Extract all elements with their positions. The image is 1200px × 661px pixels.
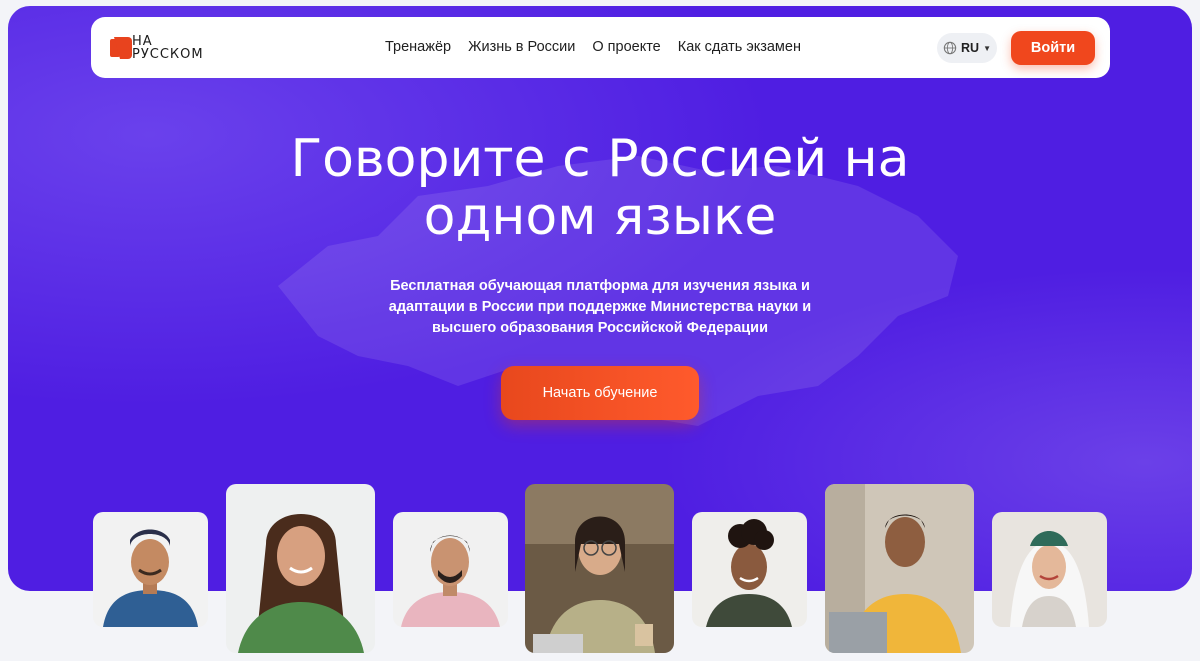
logo-mark-icon [110, 37, 132, 59]
hero-headline-line2: одном языке [423, 187, 777, 247]
hero-subtitle-line2: адаптации в России при поддержке Министе… [388, 299, 812, 315]
hero-headline-line1: Говорите с Россией на [290, 129, 910, 189]
photo-man-skullcap [93, 512, 208, 627]
globe-icon [943, 41, 957, 55]
nav-link-exam[interactable]: Как сдать экзамен [678, 39, 801, 55]
language-code: RU [961, 41, 980, 55]
start-learning-button[interactable]: Начать обучение [501, 366, 699, 420]
person-photo-icon [825, 484, 974, 653]
photo-woman-laptop-cafe [525, 484, 674, 653]
chevron-down-icon: ▼ [983, 43, 991, 53]
person-photo-icon [525, 484, 674, 653]
photo-woman-curly-hair [692, 512, 807, 627]
person-photo-icon [393, 512, 508, 627]
person-photo-icon [93, 512, 208, 627]
login-button[interactable]: Войти [1011, 31, 1095, 65]
photo-woman-green-sweater [226, 484, 375, 653]
logo-text-bottom: РУССКОМ [132, 47, 204, 62]
person-photo-icon [692, 512, 807, 627]
hero-headline: Говорите с Россией на одном языке [0, 130, 1200, 246]
language-selector[interactable]: RU ▼ [937, 33, 997, 63]
hero-subtitle: Бесплатная обучающая платформа для изуче… [385, 276, 815, 339]
top-navbar: НА РУССКОМ Тренажёр Жизнь в России О про… [91, 17, 1110, 78]
person-photo-icon [226, 484, 375, 653]
hero-subtitle-line3: высшего образования Российской Федерации [431, 320, 769, 336]
hero-subtitle-line1: Бесплатная обучающая платформа для изуче… [390, 278, 810, 294]
photo-woman-headdress [992, 512, 1107, 627]
nav-link-life-in-russia[interactable]: Жизнь в России [468, 39, 575, 55]
photo-man-yellow-shirt [825, 484, 974, 653]
nav-link-about[interactable]: О проекте [592, 39, 660, 55]
logo[interactable]: НА РУССКОМ [110, 34, 220, 64]
photo-man-pink-shirt [393, 512, 508, 627]
person-photo-icon [992, 512, 1107, 627]
nav-links: Тренажёр Жизнь в России О проекте Как сд… [385, 39, 801, 55]
nav-link-trainer[interactable]: Тренажёр [385, 39, 451, 55]
